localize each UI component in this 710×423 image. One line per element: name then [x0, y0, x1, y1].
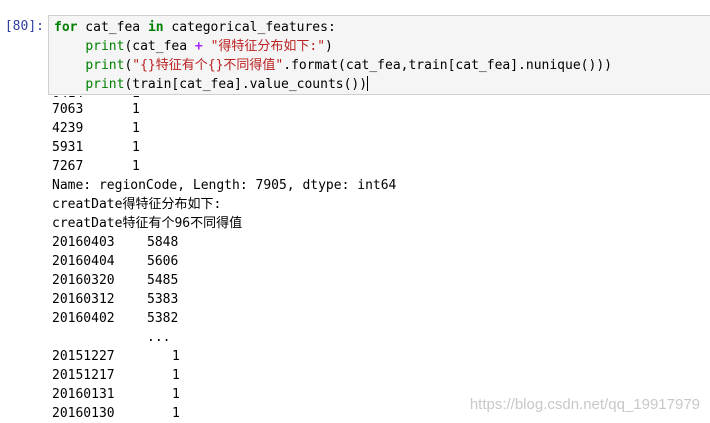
row-value: 1 — [132, 102, 140, 117]
output-row: 7063 1 — [52, 100, 140, 119]
output-row: 5931 1 — [52, 138, 140, 157]
ellipsis: ... — [147, 330, 171, 345]
creat-unique-count: creatDate特征有个96不同得值 — [52, 216, 243, 231]
output-row: 20160403 5848 — [52, 233, 178, 252]
output-row: 20160312 5383 — [52, 290, 178, 309]
string-literal: "{}特征有个{}不同得值" — [132, 58, 284, 73]
output-row: 20160130 1 — [52, 404, 180, 423]
row-key: 7063 — [52, 102, 84, 117]
code-text: cat_fea — [77, 20, 148, 35]
code-text: .format(cat_fea,train[cat_fea].nunique()… — [283, 58, 612, 73]
code-line-1: for cat_fea in categorical_features: — [54, 18, 336, 37]
cell-prompt: [80]: — [4, 19, 44, 34]
row-value: 1 — [172, 368, 180, 383]
row-key: 20160402 — [52, 311, 115, 326]
row-value: 5848 — [147, 235, 179, 250]
row-value: 1 — [172, 387, 180, 402]
row-value: 1 — [132, 159, 140, 174]
row-key: 20160130 — [52, 406, 115, 421]
row-key: 20160131 — [52, 387, 115, 402]
keyword-in: in — [147, 20, 164, 35]
cell-output: 64141 70631 42391 59311 72671 Name: regi… — [0, 96, 710, 423]
row-value: 1 — [172, 349, 180, 364]
row-key: 7267 — [52, 159, 84, 174]
code-line-4: print(train[cat_fea].value_counts()) — [54, 75, 369, 94]
row-value: 5383 — [147, 292, 179, 307]
row-value: 1 — [172, 406, 180, 421]
keyword-for: for — [54, 20, 78, 35]
watermark: https://blog.csdn.net/qq_19917979 — [469, 396, 700, 413]
row-value: 5606 — [147, 254, 179, 269]
operator-plus: + — [194, 39, 203, 54]
output-row: 20160402 5382 — [52, 309, 178, 328]
row-key: 20160312 — [52, 292, 115, 307]
output-row: 7267 1 — [52, 157, 140, 176]
builtin-print: print — [85, 77, 125, 92]
builtin-print: print — [85, 58, 125, 73]
row-key: 20151227 — [52, 349, 115, 364]
output-row: 20160404 5606 — [52, 252, 178, 271]
builtin-print: print — [85, 39, 125, 54]
row-key: 5931 — [52, 140, 84, 155]
code-text: (cat_fea — [124, 39, 195, 54]
row-key: 20160320 — [52, 273, 115, 288]
creat-header: creatDate得特征分布如下: — [52, 197, 222, 212]
row-key: 20160404 — [52, 254, 115, 269]
row-key: 20151217 — [52, 368, 115, 383]
row-key: 20160403 — [52, 235, 115, 250]
code-text: ) — [325, 39, 333, 54]
code-text: (train[cat_fea].value_counts()) — [124, 77, 368, 92]
text-cursor — [367, 76, 369, 91]
region-summary: Name: regionCode, Length: 7905, dtype: i… — [52, 178, 397, 193]
code-line-3: print("{}特征有个{}不同得值".format(cat_fea,trai… — [54, 56, 612, 75]
row-value: 5485 — [147, 273, 179, 288]
output-row: 20160320 5485 — [52, 271, 178, 290]
string-literal: "得特征分布如下:" — [210, 39, 326, 54]
output-row: 20151217 1 — [52, 366, 180, 385]
row-value: 1 — [132, 121, 140, 136]
row-value: 1 — [132, 140, 140, 155]
output-row: 20151227 1 — [52, 347, 180, 366]
output-row: 20160131 1 — [52, 385, 180, 404]
code-cell-editor[interactable]: for cat_fea in categorical_features: pri… — [48, 15, 710, 95]
code-text: categorical_features: — [163, 20, 336, 35]
output-row: 4239 1 — [52, 119, 140, 138]
code-line-2: print(cat_fea + "得特征分布如下:") — [54, 37, 333, 56]
row-value: 5382 — [147, 311, 179, 326]
row-key: 4239 — [52, 121, 84, 136]
